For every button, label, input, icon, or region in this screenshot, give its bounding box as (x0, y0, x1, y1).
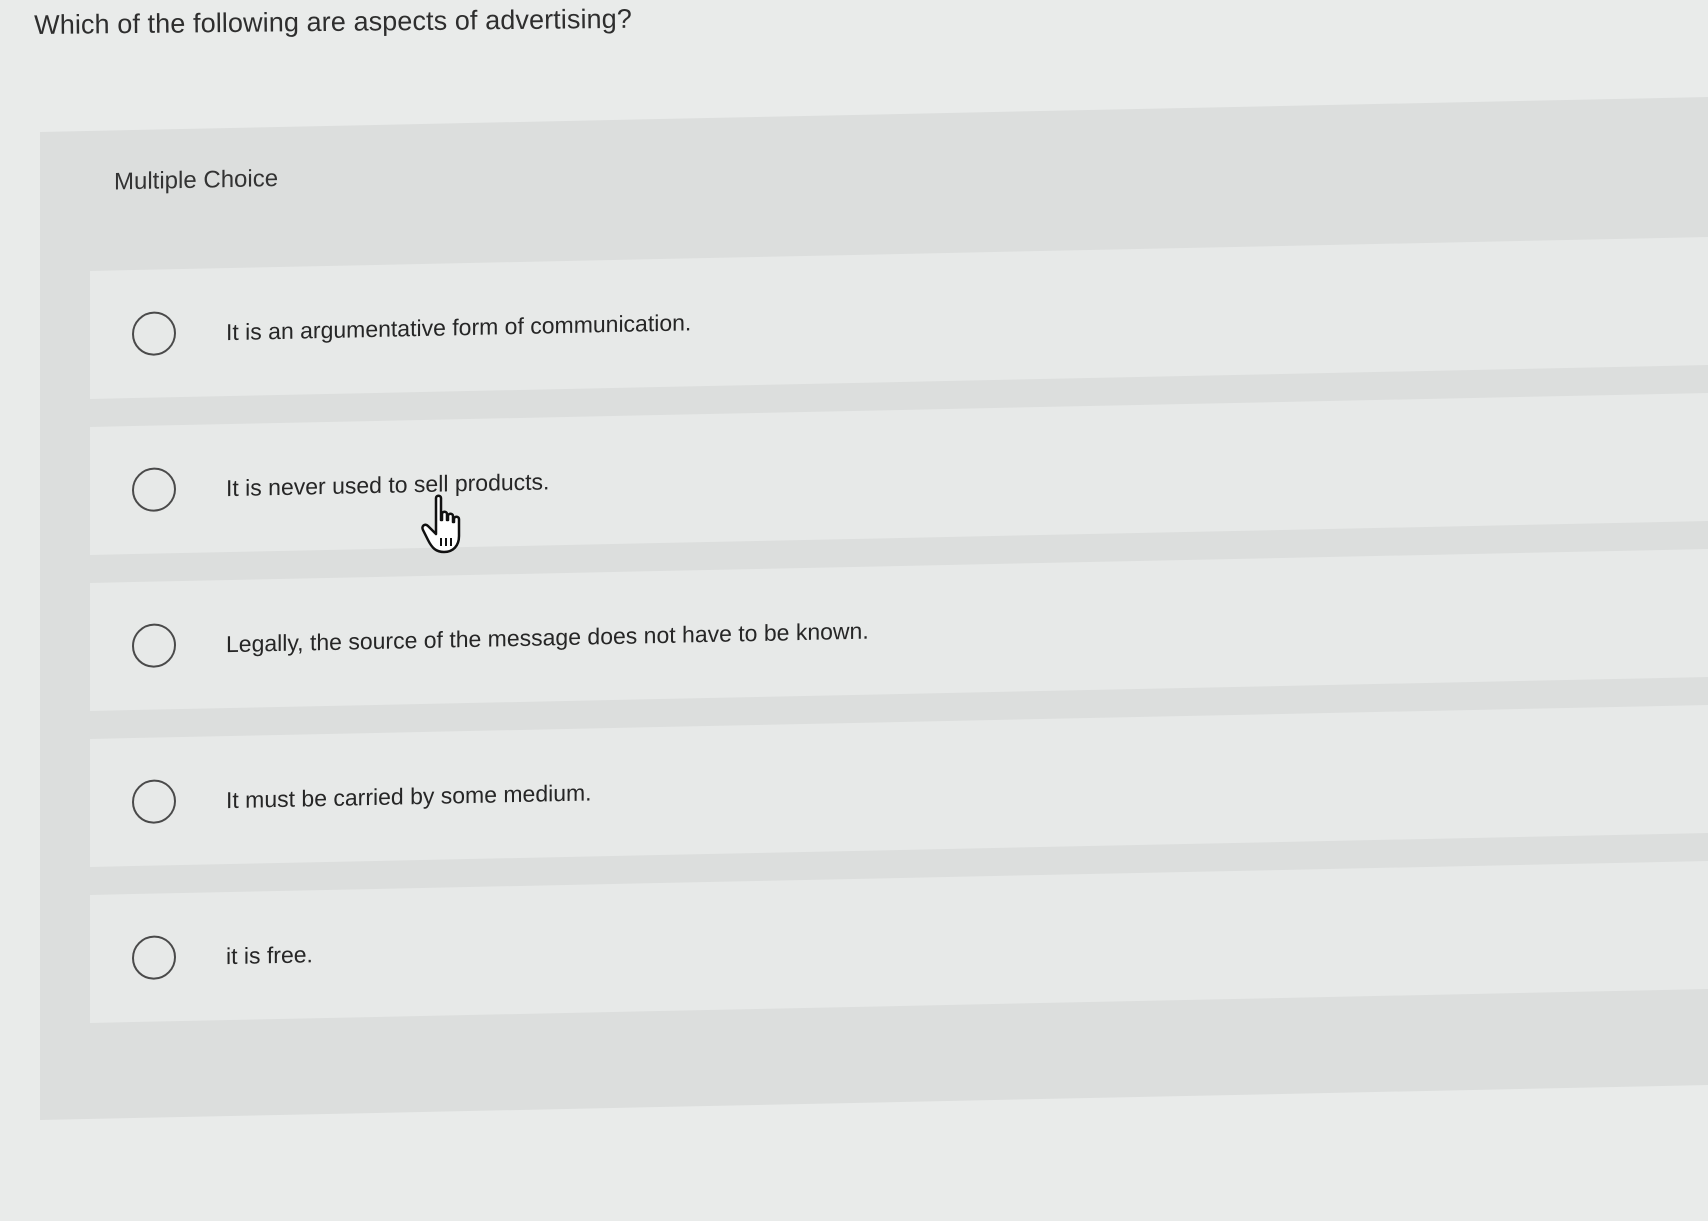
answer-option[interactable]: It is never used to sell products. (90, 393, 1708, 555)
radio-button-icon[interactable] (132, 623, 176, 669)
answer-option[interactable]: it is free. (90, 861, 1708, 1023)
radio-button-icon[interactable] (132, 311, 176, 357)
answer-option[interactable]: Legally, the source of the message does … (90, 549, 1708, 711)
answer-options-list: It is an argumentative form of communica… (90, 237, 1708, 1051)
answer-option[interactable]: It is an argumentative form of communica… (90, 237, 1708, 399)
answer-option-label: It must be carried by some medium. (226, 778, 592, 813)
radio-button-icon[interactable] (132, 935, 176, 981)
question-text: Which of the following are aspects of ad… (34, 3, 633, 40)
answer-option[interactable]: It must be carried by some medium. (90, 705, 1708, 867)
answer-option-label: it is free. (226, 940, 313, 969)
answer-option-label: Legally, the source of the message does … (226, 617, 869, 657)
answer-option-label: It is an argumentative form of communica… (226, 308, 692, 345)
radio-button-icon[interactable] (132, 467, 176, 513)
multiple-choice-panel: Multiple Choice It is an argumentative f… (40, 97, 1708, 1121)
radio-button-icon[interactable] (132, 779, 176, 825)
answer-option-label: It is never used to sell products. (226, 467, 550, 501)
question-type-label: Multiple Choice (114, 165, 279, 196)
